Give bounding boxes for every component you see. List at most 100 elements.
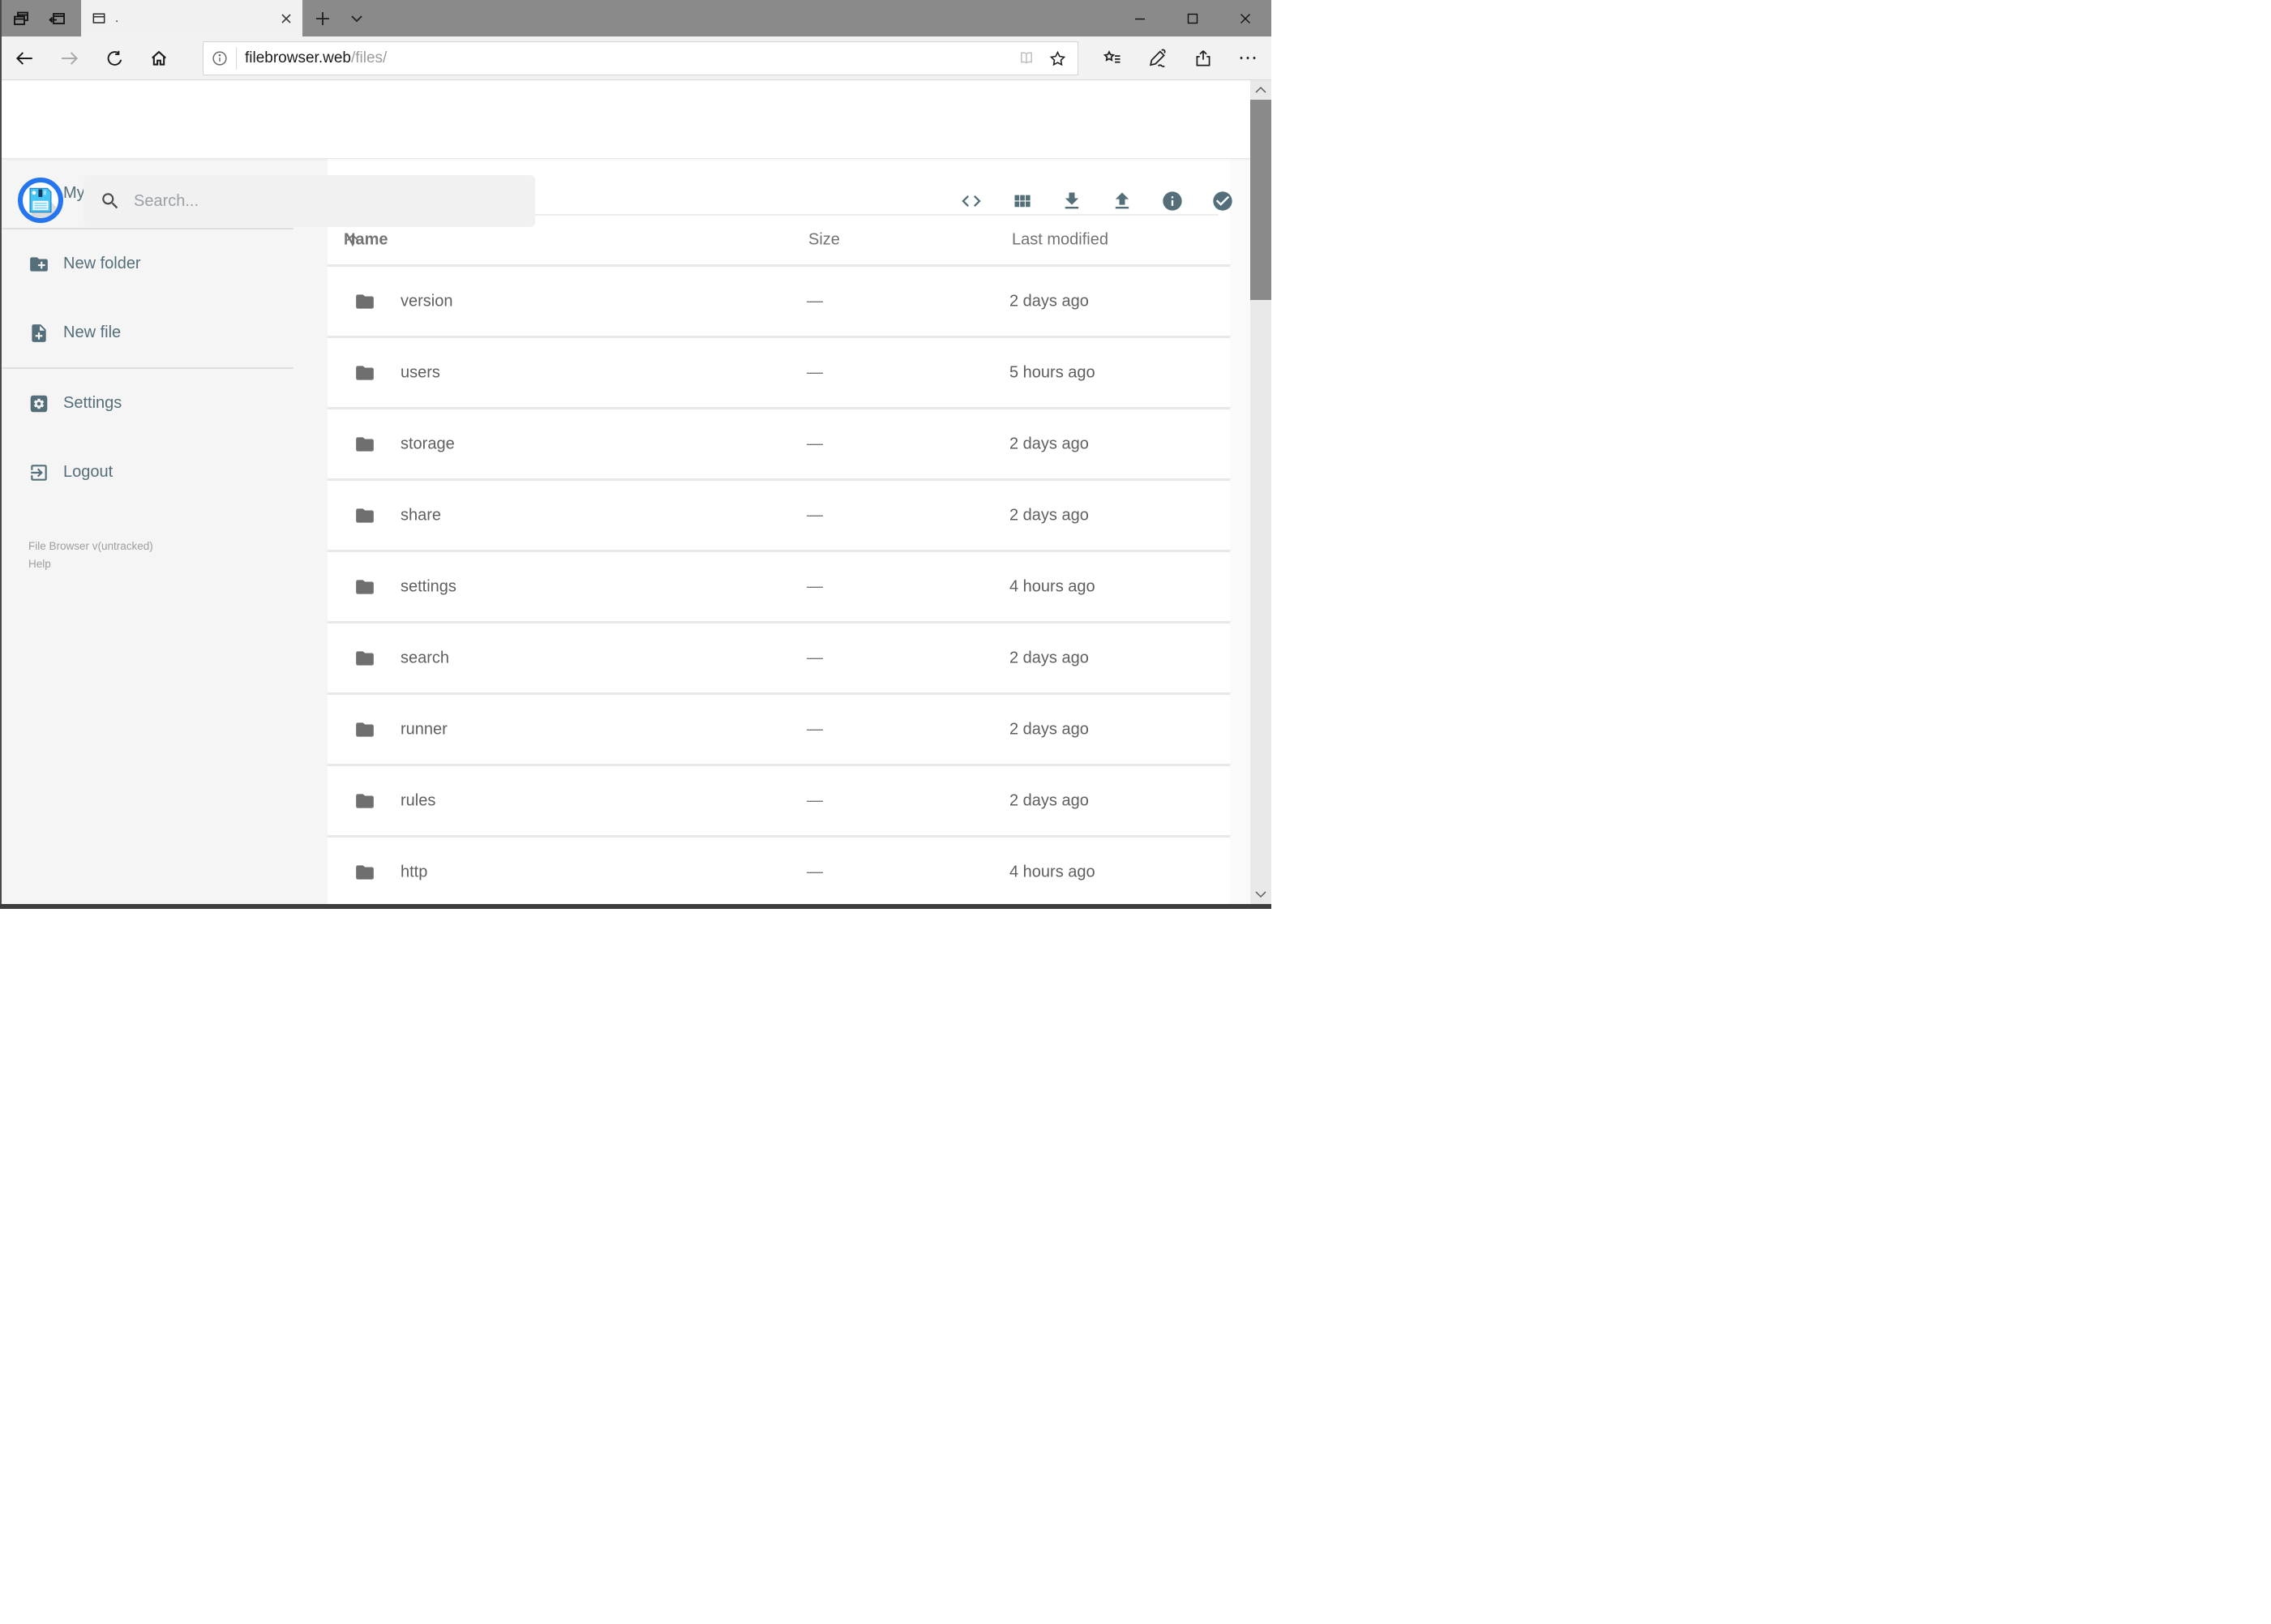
browser-titlebar: . [0,0,1271,36]
grid-view-button[interactable] [1010,190,1033,212]
table-row[interactable]: search — 2 days ago [328,623,1230,695]
sidebar-item-new-folder[interactable]: New folder [0,229,328,298]
upload-icon [1115,192,1129,209]
sidebar-item-label: Logout [63,463,114,481]
back-button[interactable] [6,36,42,80]
table-row[interactable]: share — 2 days ago [328,481,1230,552]
file-size: — [807,720,823,738]
file-size: — [807,292,823,310]
url-text[interactable]: filebrowser.web/files/ [245,49,1017,67]
file-name: rules [401,791,436,809]
search-input[interactable] [132,191,535,212]
file-size: — [807,577,823,595]
share-button[interactable] [1180,36,1226,80]
tab-preview-button[interactable] [5,0,37,36]
chevron-up-icon [1255,86,1266,93]
folder-icon [356,365,374,380]
tab-close-icon[interactable] [280,12,293,25]
refresh-button[interactable] [96,36,132,80]
help-link[interactable]: Help [28,555,51,572]
column-header-name[interactable]: Name [344,231,388,249]
new-tab-icon [316,11,329,25]
file-modified: 2 days ago [1009,435,1089,452]
web-notes-button[interactable] [1135,36,1180,80]
maximize-button[interactable] [1166,0,1219,36]
table-row[interactable]: rules — 2 days ago [328,766,1230,838]
settings-more-button[interactable]: ⋯ [1226,36,1271,80]
grid-view-icon [1014,195,1031,207]
hub-star-list-icon [1103,49,1121,63]
minimize-button[interactable] [1113,0,1166,36]
file-modified: 2 days ago [1009,649,1089,666]
table-row[interactable]: http — 4 hours ago [328,838,1230,909]
file-listing-area: Name Size Last modified version — 2 days… [328,159,1271,909]
file-name: version [401,292,453,310]
scrollbar-thumb[interactable] [1250,100,1271,300]
back-icon [15,52,32,65]
sidebar-item-settings[interactable]: Settings [0,369,328,438]
new-tab-button[interactable] [308,0,337,36]
site-info-icon[interactable] [204,49,236,67]
show-tabs-button[interactable] [342,0,371,36]
folder-icon [356,579,374,594]
column-header-size[interactable]: Size [808,231,840,250]
file-size: — [807,363,823,381]
file-list: version — 2 days ago users — 5 hours ago [328,264,1230,909]
chevron-down-icon [1255,891,1266,898]
window-left-border [0,0,2,909]
address-bar[interactable]: filebrowser.web/files/ [203,41,1078,75]
forward-button[interactable] [52,36,88,80]
new-folder-icon [30,256,48,272]
table-row[interactable]: version — 2 days ago [328,267,1230,338]
home-button[interactable] [141,36,177,80]
file-modified: 5 hours ago [1009,363,1095,381]
sidebar-item-logout[interactable]: Logout [0,438,328,507]
navbar-right-buttons: ⋯ [1090,36,1271,80]
reading-view-icon[interactable] [1017,49,1036,68]
share-icon [1196,50,1210,66]
scrollbar-down-button[interactable] [1250,886,1271,902]
refresh-icon [107,50,122,66]
page-scrollbar[interactable] [1250,80,1271,904]
info-icon [1163,191,1182,211]
table-row[interactable]: users — 5 hours ago [328,338,1230,409]
favorite-star-icon[interactable] [1048,49,1068,69]
home-icon [152,50,166,66]
header-action-buttons [960,162,1234,240]
table-row[interactable]: runner — 2 days ago [328,695,1230,766]
pen-icon [1149,49,1166,67]
tab-favicon-icon [92,12,105,24]
filebrowser-logo [18,178,63,223]
download-button[interactable] [1061,190,1083,212]
folder-icon [356,793,374,808]
edge-browser-window: . filebrowser.web/files/ ⋯ Search... My … [0,0,1271,909]
search-bar[interactable] [84,175,535,227]
file-name: storage [401,435,455,452]
scrollbar-up-button[interactable] [1250,82,1271,98]
file-modified: 2 days ago [1009,506,1089,524]
folder-icon [356,294,374,309]
forward-icon [62,52,79,65]
table-row[interactable]: storage — 2 days ago [328,409,1230,481]
search-icon [102,193,118,209]
file-size: — [807,649,823,666]
file-name: http [401,863,428,881]
sidebar-item-new-file[interactable]: New file [0,298,328,367]
set-tabs-aside-button[interactable] [41,0,73,36]
maximize-icon [1187,13,1198,24]
sidebar: My files New folder New file Settings Lo… [0,159,328,905]
url-path: /files/ [350,49,388,66]
hub-favorites-button[interactable] [1090,36,1135,80]
upload-button[interactable] [1111,190,1133,212]
tab-preview-icon [14,11,28,25]
sidebar-item-label: New file [63,324,122,341]
tab-title: . [115,11,119,25]
raw-editor-button[interactable] [960,190,983,212]
select-multiple-button[interactable] [1211,190,1234,212]
close-button[interactable] [1219,0,1271,36]
browser-tab[interactable]: . [81,0,302,36]
info-button[interactable] [1161,190,1184,212]
file-size: — [807,863,823,881]
new-file-icon [32,324,46,342]
table-row[interactable]: settings — 4 hours ago [328,552,1230,623]
